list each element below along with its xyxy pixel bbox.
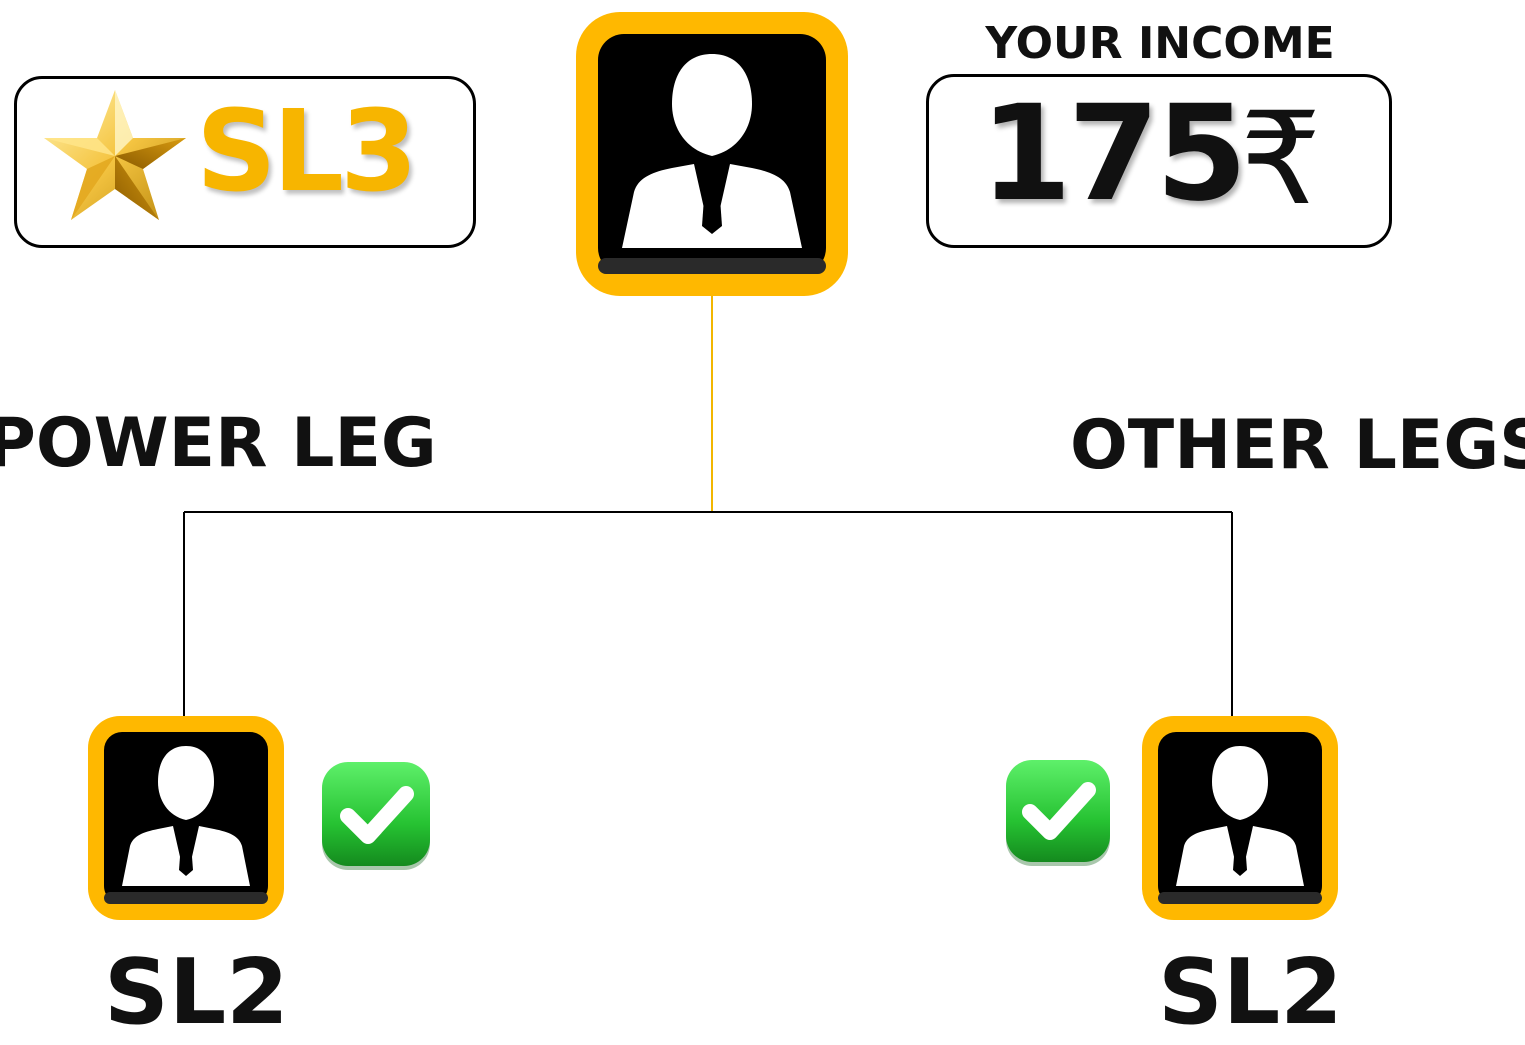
user-avatar-icon (1142, 716, 1338, 920)
income-title: YOUR INCOME (985, 18, 1335, 69)
income-amount: 175 (980, 77, 1248, 231)
power-leg-title: POWER LEG (0, 404, 437, 483)
right-node-label: SL2 (1158, 940, 1343, 1045)
rupee-symbol: ₹ (1240, 85, 1322, 234)
check-icon (1006, 760, 1110, 866)
check-icon (322, 762, 430, 870)
other-legs-title: OTHER LEGS (1070, 406, 1525, 485)
gold-star-icon (44, 90, 186, 220)
user-avatar-icon (576, 12, 848, 296)
left-node-label: SL2 (104, 940, 289, 1045)
user-avatar-icon (88, 716, 284, 920)
rank-label: SL3 (196, 87, 418, 217)
